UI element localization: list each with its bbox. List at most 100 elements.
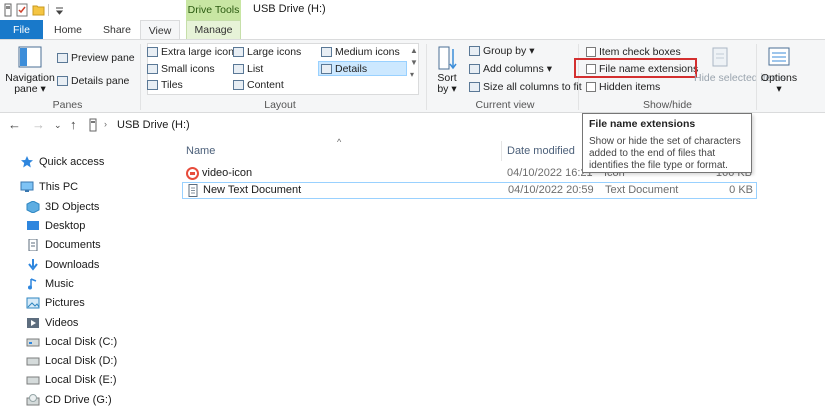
details-pane-icon bbox=[57, 76, 68, 86]
small-icons-option[interactable]: Small icons bbox=[147, 63, 215, 75]
tab-share[interactable]: Share bbox=[96, 20, 138, 39]
hidden-items-checkbox[interactable] bbox=[586, 82, 596, 92]
medium-icons-label: Medium icons bbox=[335, 46, 400, 58]
navigation-pane-button[interactable]: Navigation pane ▾ bbox=[5, 73, 55, 95]
hide-selected-items-button[interactable]: Hide selected items bbox=[694, 73, 786, 84]
list-icon bbox=[233, 64, 244, 74]
tooltip: File name extensions Show or hide the se… bbox=[582, 113, 752, 173]
preview-pane-label: Preview pane bbox=[71, 52, 135, 64]
table-row[interactable]: New Text Document 04/10/2022 20:59 Text … bbox=[182, 182, 757, 199]
large-icons-icon bbox=[233, 47, 244, 57]
medium-icons-option[interactable]: Medium icons bbox=[321, 46, 400, 58]
new-folder-icon[interactable] bbox=[32, 3, 45, 17]
title-bar: Drive Tools USB Drive (H:) bbox=[0, 0, 825, 20]
tiles-label: Tiles bbox=[161, 79, 183, 91]
options-icon bbox=[768, 47, 790, 66]
drive-icon bbox=[26, 357, 40, 366]
sidebar-item-desktop[interactable]: Desktop bbox=[26, 220, 85, 232]
sidebar-item-3d-objects[interactable]: 3D Objects bbox=[26, 201, 99, 213]
sidebar-item-label: Pictures bbox=[45, 297, 85, 309]
sidebar-item-cd-drive-g[interactable]: CD Drive (G:) bbox=[26, 394, 112, 406]
add-columns-button[interactable]: Add columns ▾ bbox=[469, 63, 552, 75]
window-title: USB Drive (H:) bbox=[253, 3, 326, 15]
recent-locations-chevron-icon[interactable]: ⌄ bbox=[54, 120, 62, 131]
sort-by-icon bbox=[438, 46, 457, 70]
sidebar-item-this-pc[interactable]: This PC bbox=[20, 181, 78, 193]
hidden-items-label: Hidden items bbox=[599, 81, 661, 93]
sort-ascending-icon: ^ bbox=[337, 137, 342, 147]
details-pane-button[interactable]: Details pane bbox=[57, 75, 129, 87]
add-columns-label: Add columns bbox=[483, 63, 544, 75]
app-icon bbox=[4, 3, 12, 17]
large-icons-option[interactable]: Large icons bbox=[233, 46, 301, 58]
tab-file[interactable]: File bbox=[0, 20, 43, 39]
sidebar-item-local-disk-c[interactable]: Local Disk (C:) bbox=[26, 336, 117, 348]
file-name-extensions-highlight bbox=[574, 58, 697, 78]
sidebar-item-label: Downloads bbox=[45, 259, 100, 271]
file-date: 04/10/2022 16:21 bbox=[507, 167, 593, 179]
properties-icon[interactable] bbox=[16, 3, 28, 17]
item-check-boxes-label: Item check boxes bbox=[599, 46, 681, 58]
videos-icon bbox=[27, 318, 39, 328]
list-option[interactable]: List bbox=[233, 63, 263, 75]
text-document-icon bbox=[188, 184, 198, 197]
file-type: Text Document bbox=[605, 184, 679, 196]
up-arrow-icon[interactable]: ↑ bbox=[70, 117, 77, 132]
back-arrow-icon[interactable]: ← bbox=[8, 117, 21, 132]
layout-gallery-scroll[interactable]: ▲ ▼ ▾ bbox=[410, 45, 418, 81]
sidebar-item-music[interactable]: Music bbox=[26, 278, 74, 290]
show-hide-group-label: Show/hide bbox=[642, 99, 693, 111]
sort-by-label: Sort by bbox=[437, 72, 457, 95]
sidebar-item-downloads[interactable]: Downloads bbox=[26, 259, 99, 271]
hidden-items-toggle[interactable]: Hidden items bbox=[586, 81, 660, 93]
breadcrumb-usb-drive[interactable]: USB Drive (H:) bbox=[117, 119, 190, 131]
preview-pane-button[interactable]: Preview pane bbox=[57, 52, 135, 64]
ribbon-separator bbox=[426, 44, 427, 110]
sidebar-item-local-disk-e[interactable]: Local Disk (E:) bbox=[26, 374, 117, 386]
details-label: Details bbox=[335, 63, 368, 75]
file-name: New Text Document bbox=[203, 184, 302, 196]
current-view-group-label: Current view bbox=[475, 99, 535, 111]
tab-view[interactable]: View bbox=[140, 20, 180, 40]
pictures-icon bbox=[26, 297, 40, 309]
hide-selected-items-icon bbox=[712, 47, 728, 67]
small-icons-label: Small icons bbox=[161, 63, 215, 75]
sidebar-item-videos[interactable]: Videos bbox=[26, 317, 78, 329]
file-size: 0 KB bbox=[729, 184, 753, 196]
sidebar-item-documents[interactable]: Documents bbox=[26, 239, 101, 251]
tiles-option[interactable]: Tiles bbox=[147, 79, 183, 91]
sidebar-item-label: 3D Objects bbox=[45, 201, 100, 213]
content-option[interactable]: Content bbox=[233, 79, 284, 91]
sidebar-item-label: Local Disk (D:) bbox=[45, 355, 118, 367]
forward-arrow-icon[interactable]: → bbox=[32, 117, 45, 132]
drive-icon bbox=[26, 376, 40, 385]
column-header-name[interactable]: Name bbox=[186, 145, 215, 157]
star-icon bbox=[21, 156, 33, 168]
size-all-columns-button[interactable]: Size all columns to fit bbox=[469, 81, 582, 93]
column-separator[interactable] bbox=[501, 141, 502, 161]
customize-quick-access-icon[interactable] bbox=[55, 3, 64, 17]
size-columns-icon bbox=[469, 82, 480, 92]
tooltip-title: File name extensions bbox=[589, 118, 696, 130]
desktop-icon bbox=[27, 221, 39, 230]
item-check-boxes-checkbox[interactable] bbox=[586, 47, 596, 57]
usb-drive-icon bbox=[89, 118, 97, 132]
extra-large-icons-option[interactable]: Extra large icons bbox=[147, 46, 239, 58]
sidebar-item-pictures[interactable]: Pictures bbox=[26, 297, 85, 309]
options-button[interactable]: Options ▾ bbox=[758, 73, 800, 95]
sidebar-item-label: Videos bbox=[45, 317, 79, 329]
item-check-boxes-toggle[interactable]: Item check boxes bbox=[586, 46, 681, 58]
sidebar-item-local-disk-d[interactable]: Local Disk (D:) bbox=[26, 355, 117, 367]
sort-by-button[interactable]: Sort by ▾ bbox=[432, 73, 462, 95]
tab-manage[interactable]: Manage bbox=[186, 20, 241, 39]
tab-home[interactable]: Home bbox=[47, 20, 89, 39]
details-option[interactable]: Details bbox=[321, 63, 367, 75]
group-by-button[interactable]: Group by ▾ bbox=[469, 45, 534, 57]
sidebar-item-label: CD Drive (G:) bbox=[45, 394, 112, 406]
column-header-date-modified[interactable]: Date modified bbox=[507, 145, 575, 157]
sidebar-item-quick-access[interactable]: Quick access bbox=[20, 156, 104, 168]
panes-group-label: Panes bbox=[52, 99, 83, 111]
tiles-icon bbox=[147, 80, 158, 90]
file-date: 04/10/2022 20:59 bbox=[508, 184, 594, 196]
extra-large-icons-icon bbox=[147, 47, 158, 57]
